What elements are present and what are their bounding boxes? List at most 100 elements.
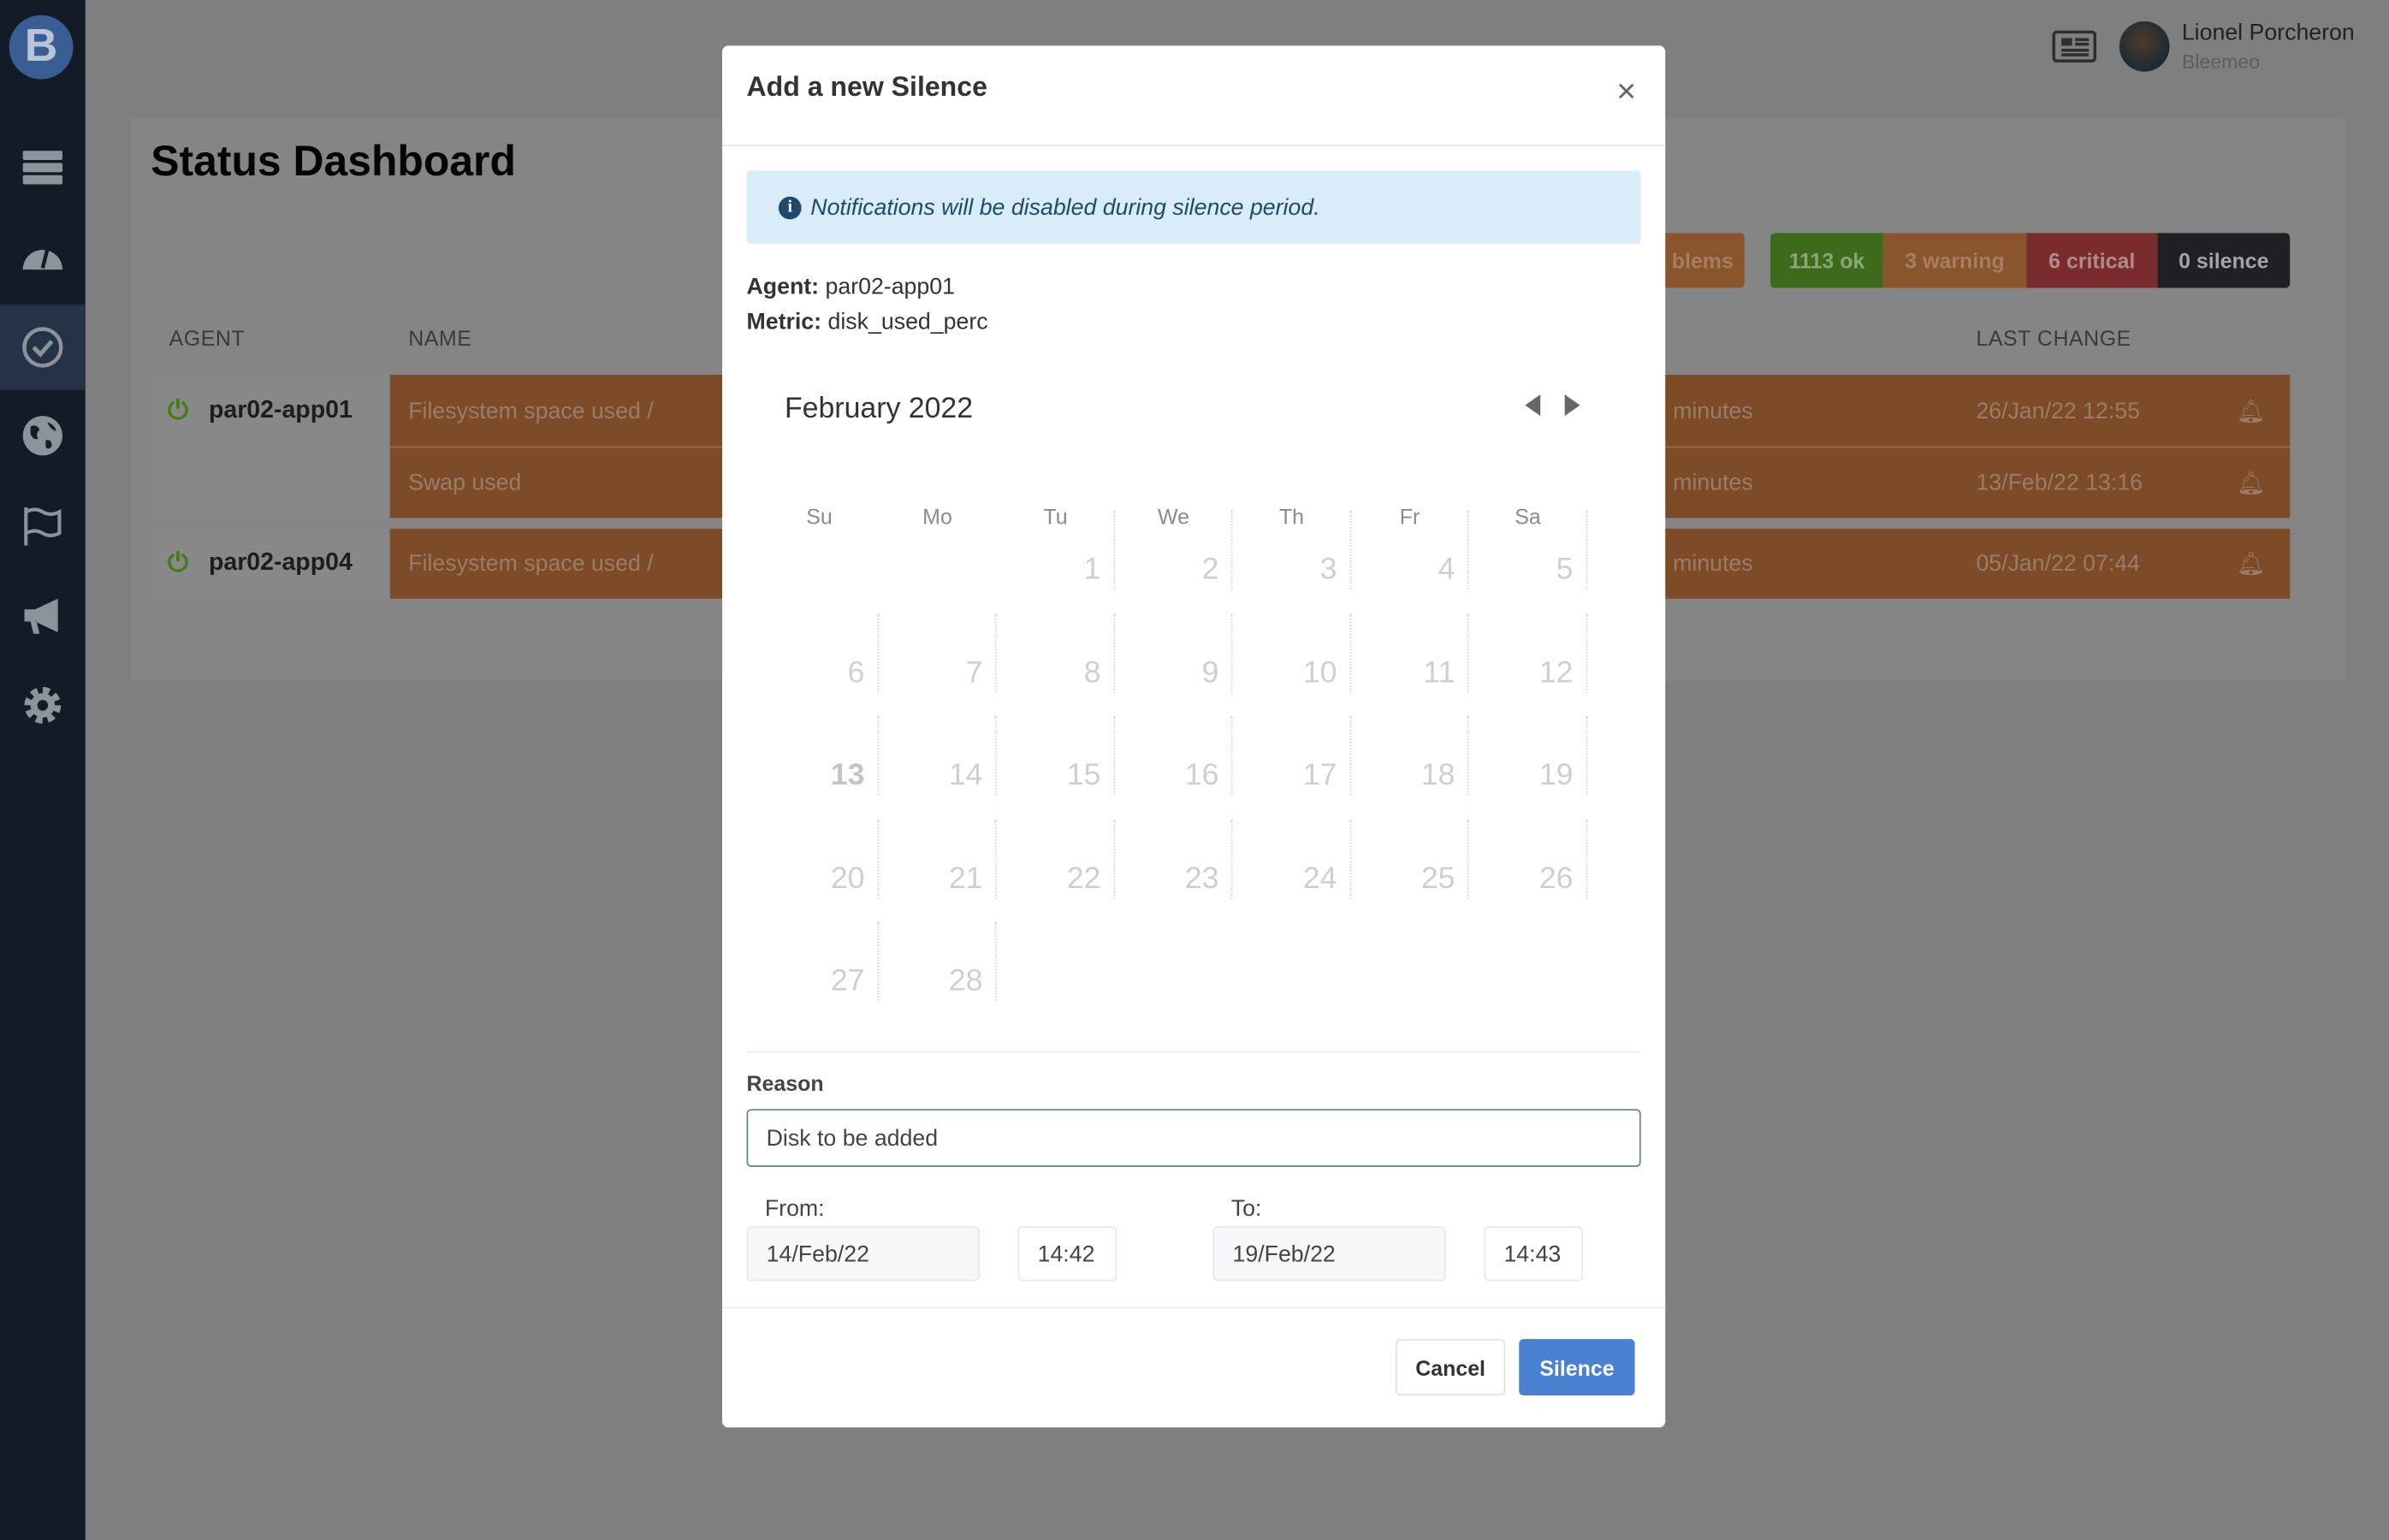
warning-badge[interactable]: 3 warning: [1882, 233, 2027, 288]
calendar-day[interactable]: 6: [761, 613, 879, 693]
to-label: To:: [1230, 1195, 1262, 1223]
bell-icon[interactable]: 🔔︎: [2237, 550, 2266, 578]
silence-badge[interactable]: 0 silence: [2157, 233, 2291, 288]
calendar-divider: [746, 1051, 1641, 1053]
ok-badge[interactable]: 1113 ok: [1770, 233, 1883, 288]
bleemeo-logo[interactable]: B: [9, 15, 74, 80]
calendar-day[interactable]: 7: [879, 613, 997, 693]
duration: minutes: [1673, 470, 1753, 496]
calendar-day[interactable]: 23: [1115, 819, 1233, 898]
app-root: B Lionel Porcheron Bleemeo Status Dashbo…: [0, 0, 2389, 1540]
last-change: 05/Jan/22 07:44: [1976, 550, 2141, 577]
calendar-day[interactable]: 3: [1233, 510, 1351, 590]
reason-input[interactable]: Disk to be added: [746, 1109, 1641, 1167]
server-icon: [22, 151, 63, 185]
from-time-input[interactable]: 14:42: [1017, 1226, 1117, 1282]
calendar-day[interactable]: 24: [1233, 819, 1351, 898]
metric-line: Metric: disk_used_perc: [746, 309, 987, 335]
sidebar-item-events[interactable]: [0, 483, 86, 568]
add-silence-modal: Add a new Silence × i Notifications will…: [722, 45, 1666, 1428]
calendar-day[interactable]: 16: [1115, 715, 1233, 796]
info-text: Notifications will be disabled during si…: [810, 194, 1320, 221]
flag-icon: [24, 506, 62, 546]
from-label: From:: [764, 1195, 825, 1223]
megaphone-icon: [24, 598, 58, 634]
avatar[interactable]: [2119, 21, 2170, 72]
calendar-day[interactable]: 14: [879, 715, 997, 796]
calendar-day[interactable]: 18: [1351, 715, 1469, 796]
bell-icon[interactable]: 🔔︎: [2237, 469, 2266, 496]
to-time-input[interactable]: 14:43: [1484, 1226, 1584, 1282]
calendar-day[interactable]: 25: [1351, 819, 1469, 898]
calendar-day[interactable]: 17: [1233, 715, 1351, 796]
check-name: Filesystem space used /: [408, 550, 654, 577]
header-divider: [722, 145, 1666, 146]
calendar-day[interactable]: 10: [1233, 613, 1351, 693]
page-title: Status Dashboard: [151, 137, 516, 185]
agent-name[interactable]: par02-app04: [209, 550, 353, 578]
calendar-day[interactable]: 9: [1115, 613, 1233, 693]
sidebar: B: [0, 0, 86, 1540]
last-change: 13/Feb/22 13:16: [1976, 470, 2143, 496]
check-name: Swap used: [408, 470, 522, 496]
calendar-day[interactable]: 5: [1468, 510, 1587, 590]
calendar-day[interactable]: 8: [997, 613, 1115, 693]
dashboard-gauge-icon: [22, 249, 63, 270]
power-icon: ⏻: [167, 395, 188, 425]
calendar-day[interactable]: 28: [879, 921, 997, 1001]
agent-value: par02-app01: [825, 274, 955, 300]
newspaper-icon[interactable]: [2052, 30, 2097, 63]
metric-value: disk_used_perc: [827, 309, 988, 335]
calendar-day[interactable]: 22: [997, 819, 1115, 898]
agent-cell: ⏻ par02-app04: [152, 528, 389, 599]
calendar-month: February 2022: [785, 393, 974, 425]
prev-month-arrow-icon[interactable]: [1525, 394, 1541, 417]
next-month-arrow-icon[interactable]: [1564, 394, 1580, 417]
critical-badge[interactable]: 6 critical: [2026, 233, 2158, 288]
calendar-day[interactable]: 20: [761, 819, 879, 898]
globe-icon: [22, 416, 63, 456]
reason-label: Reason: [746, 1070, 824, 1096]
duration: minutes: [1673, 397, 1753, 424]
info-alert: i Notifications will be disabled during …: [746, 170, 1641, 244]
from-date-input[interactable]: 14/Feb/22: [746, 1226, 980, 1282]
organization-name: Bleemeo: [2181, 50, 2261, 74]
sidebar-item-settings[interactable]: [0, 663, 86, 749]
sidebar-item-map[interactable]: [0, 393, 86, 478]
calendar-day[interactable]: 2: [1115, 510, 1233, 590]
weekday-header: Su: [806, 504, 833, 529]
sidebar-item-notifications[interactable]: [0, 573, 86, 659]
silence-button[interactable]: Silence: [1519, 1339, 1635, 1396]
last-change: 26/Jan/22 12:55: [1976, 397, 2141, 424]
calendar-day[interactable]: 15: [997, 715, 1115, 796]
check-circle-icon: [22, 327, 63, 368]
calendar-day[interactable]: 4: [1351, 510, 1469, 590]
to-date-input[interactable]: 19/Feb/22: [1212, 1226, 1446, 1282]
duration: minutes: [1673, 550, 1753, 577]
close-button[interactable]: ×: [1616, 72, 1636, 111]
bell-icon[interactable]: 🔔︎: [2237, 397, 2266, 424]
agent-name[interactable]: par02-app01: [209, 398, 353, 425]
column-header-agent: AGENT: [169, 326, 246, 351]
calendar-day[interactable]: 26: [1468, 819, 1587, 898]
calendar-day[interactable]: 11: [1351, 613, 1469, 693]
modal-title: Add a new Silence: [746, 71, 987, 103]
calendar-day[interactable]: 21: [879, 819, 997, 898]
calendar-day[interactable]: 19: [1468, 715, 1587, 796]
info-icon: i: [778, 195, 802, 219]
power-icon: ⏻: [167, 548, 188, 578]
sidebar-item-dashboards[interactable]: [0, 215, 86, 300]
calendar-day[interactable]: 12: [1468, 613, 1587, 693]
sidebar-item-servers[interactable]: [0, 125, 86, 210]
calendar-day[interactable]: 13: [761, 715, 879, 796]
gear-icon: [24, 687, 62, 724]
metric-label: Metric:: [746, 309, 822, 335]
agent-label: Agent:: [746, 274, 820, 300]
calendar-day[interactable]: 1: [997, 510, 1115, 590]
calendar-day[interactable]: 27: [761, 921, 879, 1001]
weekday-header: Mo: [922, 504, 952, 529]
sidebar-item-status[interactable]: [0, 305, 86, 390]
cancel-button[interactable]: Cancel: [1396, 1339, 1506, 1396]
user-name[interactable]: Lionel Porcheron: [2182, 20, 2355, 45]
problems-badge[interactable]: blems: [1660, 233, 1745, 288]
